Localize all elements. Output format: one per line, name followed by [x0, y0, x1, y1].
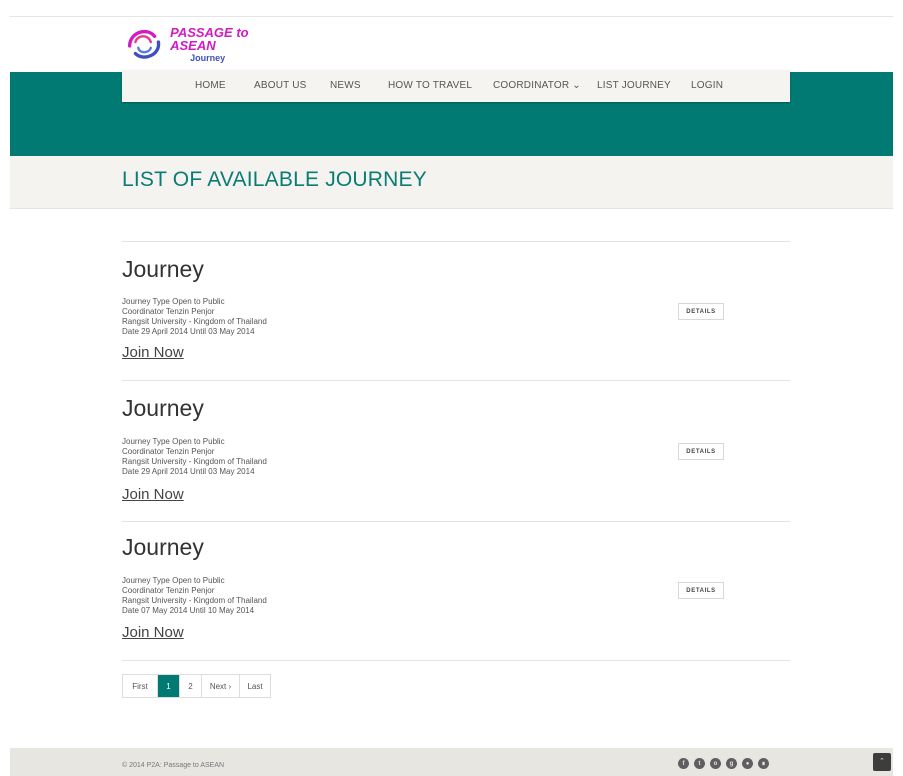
page-title-bar: LIST OF AVAILABLE JOURNEY: [10, 156, 893, 209]
nav-how-to-travel[interactable]: HOW TO TRAVEL: [388, 80, 472, 91]
details-button[interactable]: DETAILS: [678, 582, 724, 599]
chevron-up-icon: ˆ: [880, 757, 884, 767]
nav-news[interactable]: NEWS: [330, 80, 361, 91]
nav-coordinator-dropdown[interactable]: COORDINATOR ⌄: [493, 80, 581, 91]
site-logo[interactable]: PASSAGE to ASEAN Journey: [122, 22, 292, 66]
divider: [122, 380, 790, 381]
join-now-link[interactable]: Join Now: [122, 344, 184, 361]
google-plus-icon[interactable]: g: [726, 758, 737, 769]
divider: [122, 660, 790, 661]
journey-meta: Journey Type Open to Public Coordinator …: [122, 576, 267, 616]
twitter-icon[interactable]: t: [694, 758, 705, 769]
details-button[interactable]: DETAILS: [678, 303, 724, 320]
social-links: f t o g ● ∎: [678, 758, 769, 769]
journey-type: Journey Type Open to Public: [122, 576, 225, 585]
journey-location: Rangsit University - Kingdom of Thailand: [122, 596, 267, 605]
journey-location: Rangsit University - Kingdom of Thailand: [122, 317, 267, 326]
divider: [122, 521, 790, 522]
page-last[interactable]: Last: [240, 675, 270, 697]
pagination: First 1 2 Next › Last: [122, 674, 271, 698]
journey-coordinator: Coordinator Tenzin Penjor: [122, 307, 215, 316]
page-title: LIST OF AVAILABLE JOURNEY: [122, 168, 427, 191]
journey-type: Journey Type Open to Public: [122, 297, 225, 306]
copyright: © 2014 P2A: Passage to ASEAN: [122, 762, 225, 769]
journey-title: Journey: [122, 534, 204, 560]
facebook-icon[interactable]: f: [678, 758, 689, 769]
logo-swirl-icon: [127, 29, 161, 59]
journey-date: Date 07 May 2014 Until 10 May 2014: [122, 606, 255, 615]
details-button[interactable]: DETAILS: [678, 443, 724, 460]
divider: [122, 241, 790, 242]
page-first[interactable]: First: [123, 675, 158, 697]
back-to-top-button[interactable]: ˆ: [873, 753, 891, 771]
join-now-link[interactable]: Join Now: [122, 486, 184, 503]
journey-meta: Journey Type Open to Public Coordinator …: [122, 297, 267, 337]
rss-icon[interactable]: ∎: [758, 758, 769, 769]
journey-coordinator: Coordinator Tenzin Penjor: [122, 586, 215, 595]
journey-meta: Journey Type Open to Public Coordinator …: [122, 437, 267, 477]
journey-date: Date 29 April 2014 Until 03 May 2014: [122, 327, 255, 336]
nav-list-journey[interactable]: LIST JOURNEY: [597, 80, 671, 91]
top-divider: [10, 16, 893, 17]
footer: © 2014 P2A: Passage to ASEAN f t o g ● ∎: [10, 748, 893, 776]
logo-subtitle: Journey: [190, 52, 226, 63]
logo-title: PASSAGE to ASEAN: [170, 24, 249, 53]
main-nav: HOME ABOUT US NEWS HOW TO TRAVEL COORDIN…: [122, 70, 790, 102]
user-icon[interactable]: ●: [742, 758, 753, 769]
journey-date: Date 29 April 2014 Until 03 May 2014: [122, 467, 255, 476]
page-1[interactable]: 1: [158, 675, 180, 697]
journey-type: Journey Type Open to Public: [122, 437, 225, 446]
circle-icon[interactable]: o: [710, 758, 721, 769]
journey-title: Journey: [122, 256, 204, 282]
join-now-link[interactable]: Join Now: [122, 624, 184, 641]
nav-home[interactable]: HOME: [195, 80, 226, 91]
nav-about-us[interactable]: ABOUT US: [254, 80, 307, 91]
page-next[interactable]: Next ›: [202, 675, 240, 697]
journey-coordinator: Coordinator Tenzin Penjor: [122, 447, 215, 456]
journey-location: Rangsit University - Kingdom of Thailand: [122, 457, 267, 466]
nav-login[interactable]: LOGIN: [691, 80, 723, 91]
journey-title: Journey: [122, 395, 204, 421]
page-2[interactable]: 2: [180, 675, 202, 697]
